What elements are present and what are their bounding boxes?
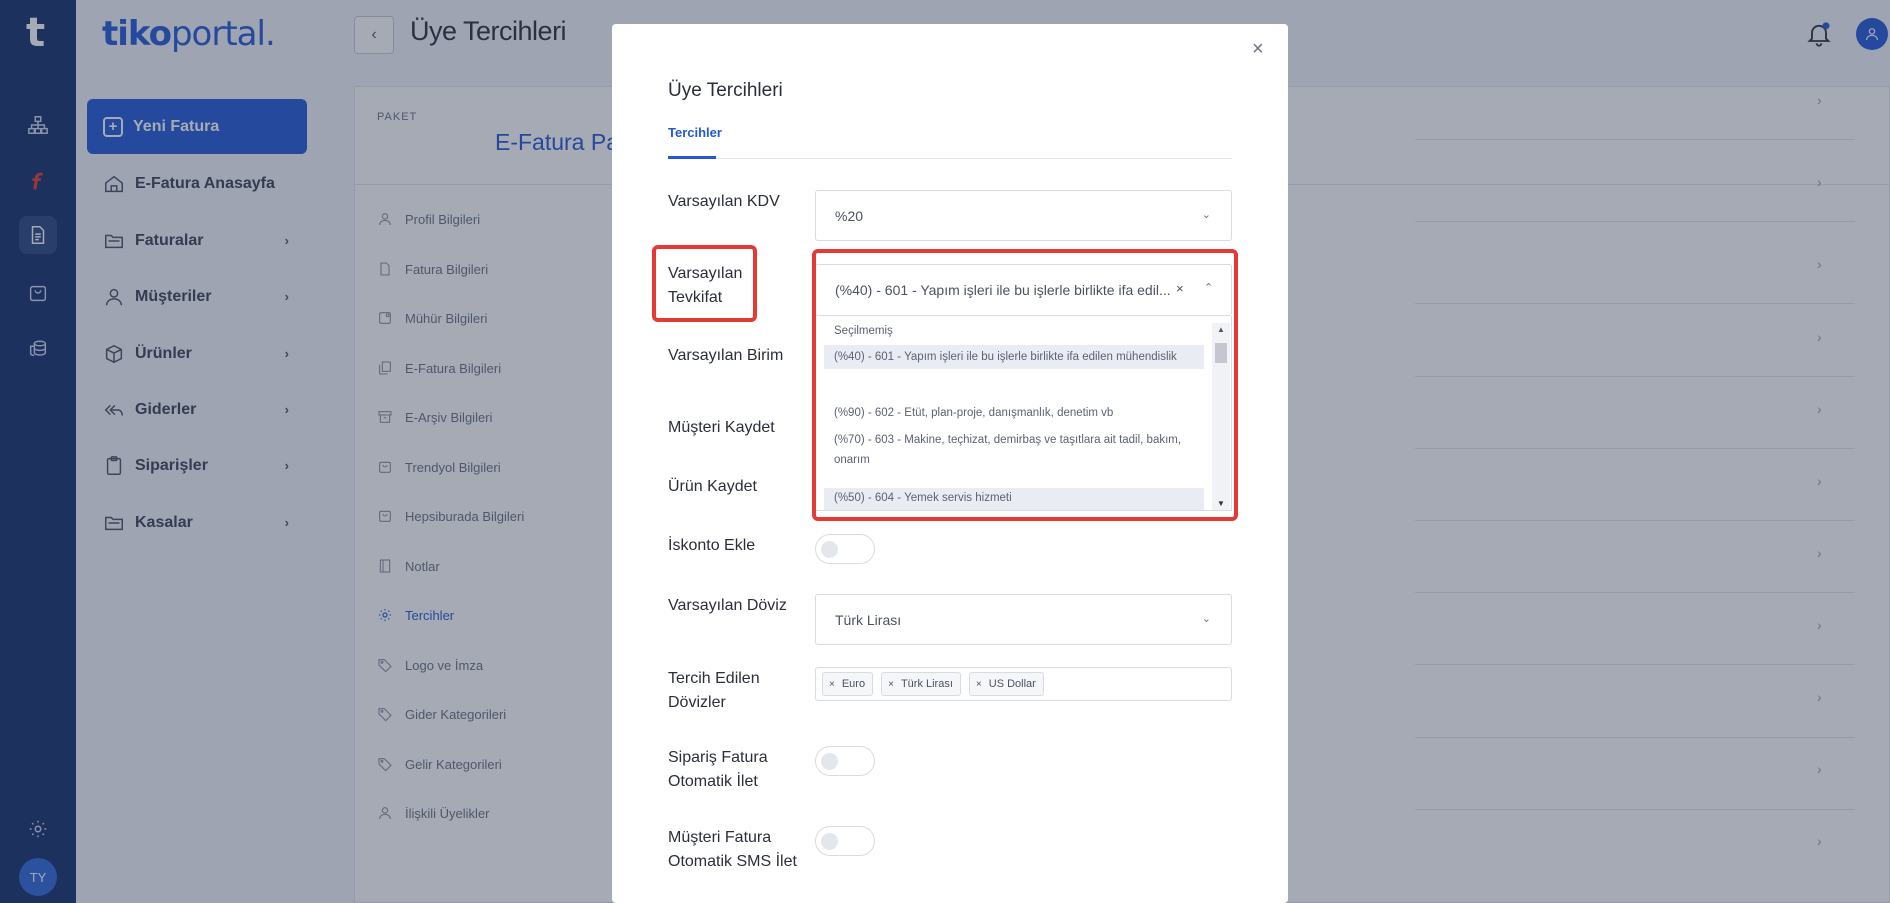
close-icon[interactable]: × <box>1252 38 1264 61</box>
default-currency-select[interactable]: Türk Lirası ⌄ <box>815 594 1232 645</box>
remove-tag-icon[interactable]: × <box>829 679 835 690</box>
remove-tag-icon[interactable]: × <box>976 679 982 690</box>
highlight-box-dropdown <box>812 249 1238 521</box>
chevron-down-icon: ⌄ <box>1201 209 1211 221</box>
save-product-label: Ürün Kaydet <box>668 478 757 495</box>
default-unit-label: Varsayılan Birim <box>668 347 784 364</box>
save-customer-label: Müşteri Kaydet <box>668 419 775 436</box>
default-vat-select[interactable]: %20 ⌄ <box>815 190 1232 241</box>
highlight-box-label <box>652 245 757 322</box>
add-discount-toggle[interactable] <box>815 534 875 564</box>
chevron-down-icon: ⌄ <box>1201 613 1211 625</box>
tab-preferences[interactable]: Tercihler <box>668 125 722 140</box>
preferred-currencies-label: Tercih Edilen Dövizler <box>668 670 760 711</box>
customer-invoice-sms-label: Müşteri Fatura Otomatik SMS İlet <box>668 829 797 870</box>
default-currency-label: Varsayılan Döviz <box>668 597 787 614</box>
remove-tag-icon[interactable]: × <box>888 679 894 690</box>
default-vat-label: Varsayılan KDV <box>668 193 780 210</box>
tab-divider <box>668 158 1232 159</box>
preferred-currencies-input[interactable]: × Euro × Türk Lirası × US Dollar <box>815 667 1232 701</box>
currency-tag: × Türk Lirası <box>881 672 961 696</box>
order-invoice-auto-send-label: Sipariş Fatura Otomatik İlet <box>668 749 768 790</box>
toggle-knob <box>821 833 838 850</box>
order-invoice-auto-send-toggle[interactable] <box>815 746 875 776</box>
modal-title: Üye Tercihleri <box>668 80 783 101</box>
customer-invoice-sms-toggle[interactable] <box>815 826 875 856</box>
tab-active-indicator <box>668 156 716 159</box>
add-discount-label: İskonto Ekle <box>668 537 756 554</box>
toggle-knob <box>821 541 838 558</box>
currency-tag: × Euro <box>822 672 874 696</box>
toggle-knob <box>821 753 838 770</box>
currency-tag: × US Dollar <box>968 672 1044 696</box>
